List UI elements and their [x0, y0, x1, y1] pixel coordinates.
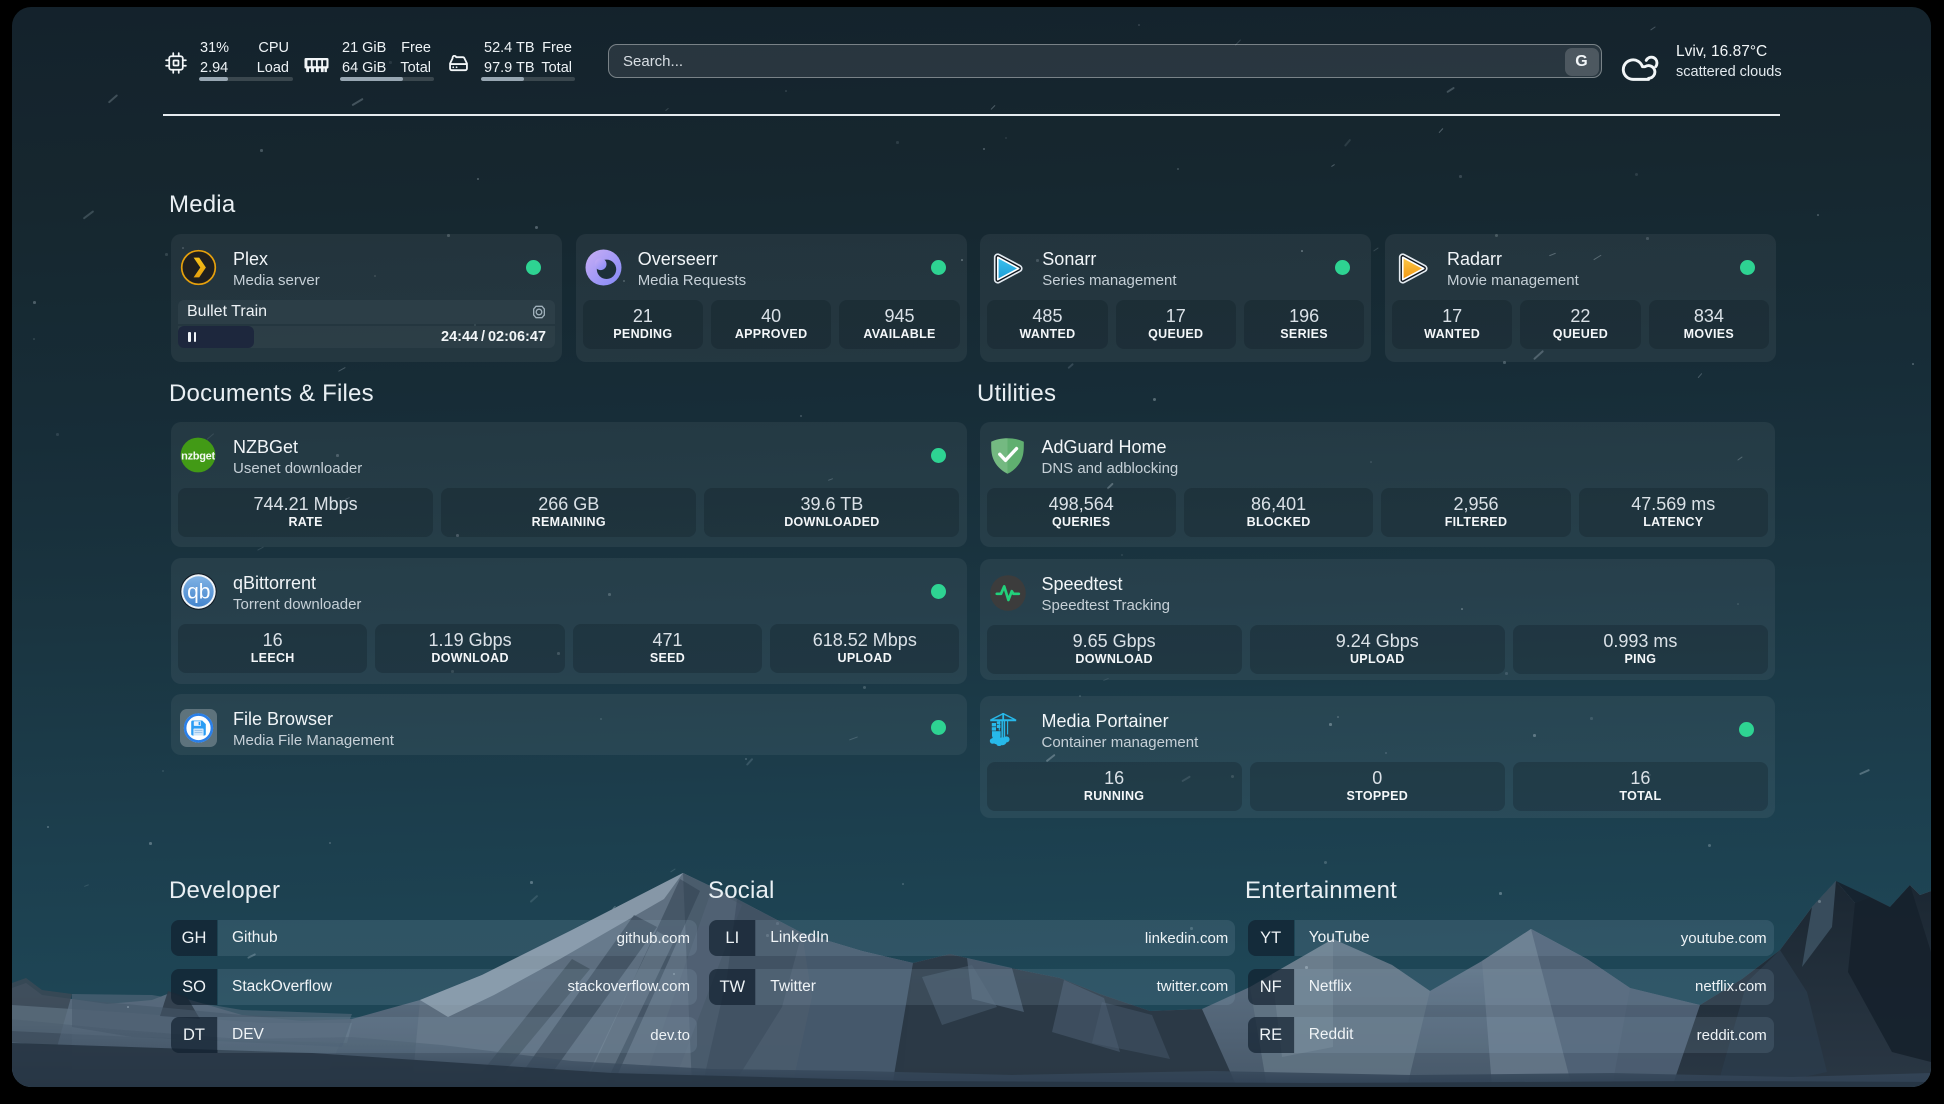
svg-text:nzbget: nzbget	[181, 450, 215, 462]
svg-text:qb: qb	[187, 581, 210, 604]
